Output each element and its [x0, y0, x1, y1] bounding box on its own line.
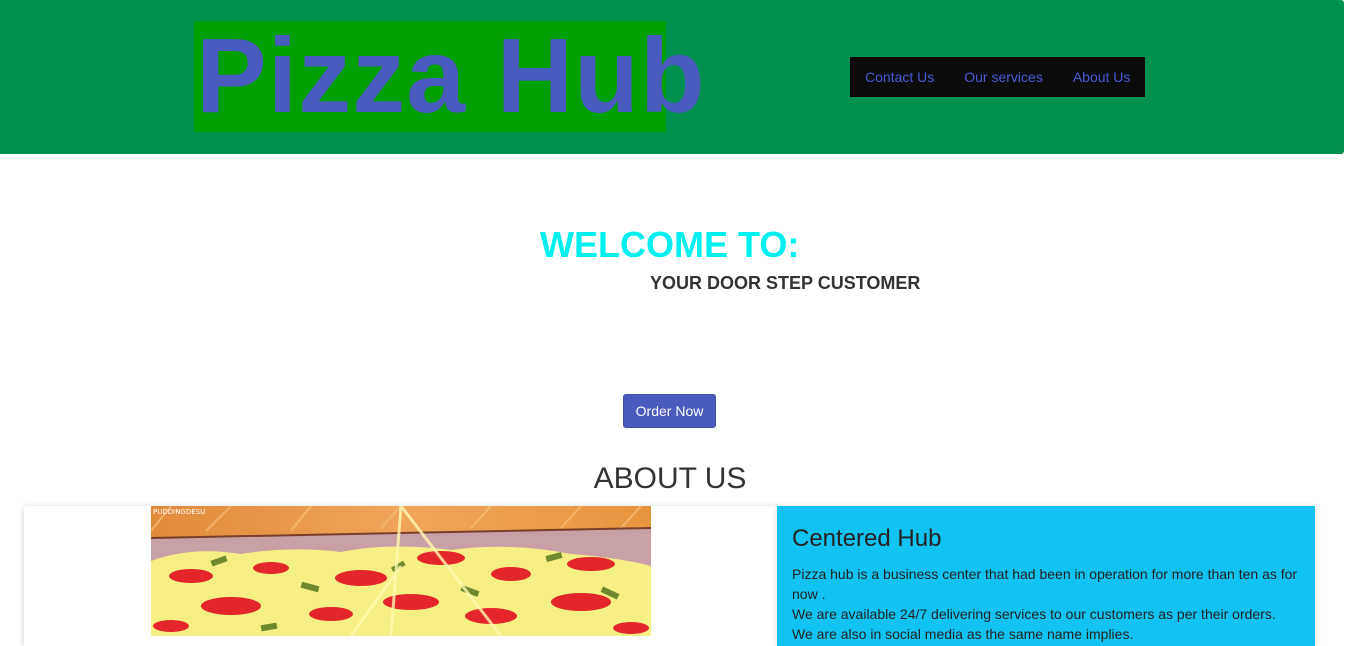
- nav-link-our-services[interactable]: Our services: [964, 69, 1043, 85]
- card-title: Centered Hub: [792, 525, 942, 552]
- welcome-heading: WELCOME TO:: [540, 224, 800, 265]
- main-nav: Contact Us Our services About Us: [850, 57, 1145, 97]
- card-line: Pizza hub is a business center that had …: [792, 566, 1298, 602]
- about-us-heading: ABOUT US: [593, 462, 747, 495]
- order-now-button[interactable]: Order Now: [623, 394, 716, 428]
- site-logo[interactable]: Pizza Hub: [196, 17, 706, 135]
- nav-link-contact-us[interactable]: Contact Us: [865, 69, 934, 85]
- about-card: Centered Hub Pizza hub is a business cen…: [777, 506, 1315, 646]
- card-description: Pizza hub is a business center that had …: [792, 564, 1300, 644]
- nav-link-about-us[interactable]: About Us: [1073, 69, 1131, 85]
- tagline: YOUR DOOR STEP CUSTOMER: [650, 273, 921, 293]
- card-line: We are also in social media as the same …: [792, 626, 1134, 642]
- site-header: Pizza Hub Contact Us Our services About …: [0, 0, 1344, 154]
- pizza-image: PUDDINGDESU: [151, 506, 651, 636]
- card-line: We are available 24/7 delivering service…: [792, 606, 1276, 622]
- image-watermark: PUDDINGDESU: [153, 508, 205, 516]
